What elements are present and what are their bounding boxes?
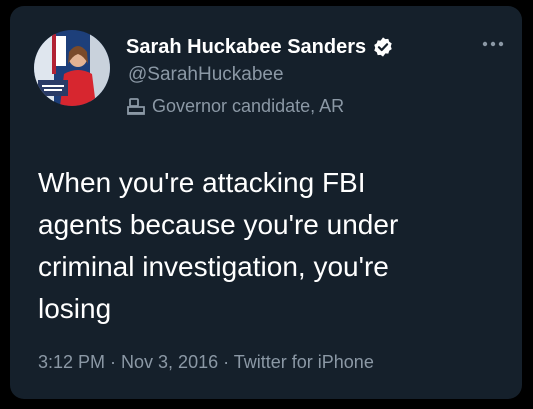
- author-name[interactable]: Sarah Huckabee Sanders: [126, 36, 366, 59]
- tweet-text: When you're attacking FBI agents because…: [38, 162, 508, 330]
- tweet-line: agents because you're under: [38, 209, 399, 240]
- tweet-line: criminal investigation, you're: [38, 251, 389, 282]
- author-handle[interactable]: @SarahHuckabee: [128, 64, 284, 86]
- tweet-line: losing: [38, 293, 112, 324]
- verified-badge-icon: [374, 37, 392, 57]
- author-avatar[interactable]: [34, 30, 110, 106]
- more-options-icon[interactable]: [481, 40, 505, 48]
- tweet-card: Sarah Huckabee Sanders @SarahHuckabee Go…: [10, 6, 522, 399]
- author-name-row: Sarah Huckabee Sanders: [126, 32, 394, 62]
- affiliation-label-text: Governor candidate, AR: [152, 96, 345, 116]
- tweet-line: When you're attacking FBI: [38, 167, 366, 198]
- screenshot-frame: Sarah Huckabee Sanders @SarahHuckabee Go…: [0, 0, 533, 409]
- avatar-photo: [34, 30, 110, 106]
- tweet-metadata[interactable]: 3:12 PM · Nov 3, 2016 · Twitter for iPho…: [38, 352, 374, 373]
- government-building-icon: [127, 97, 145, 115]
- affiliation-label: Governor candidate, AR: [126, 96, 344, 117]
